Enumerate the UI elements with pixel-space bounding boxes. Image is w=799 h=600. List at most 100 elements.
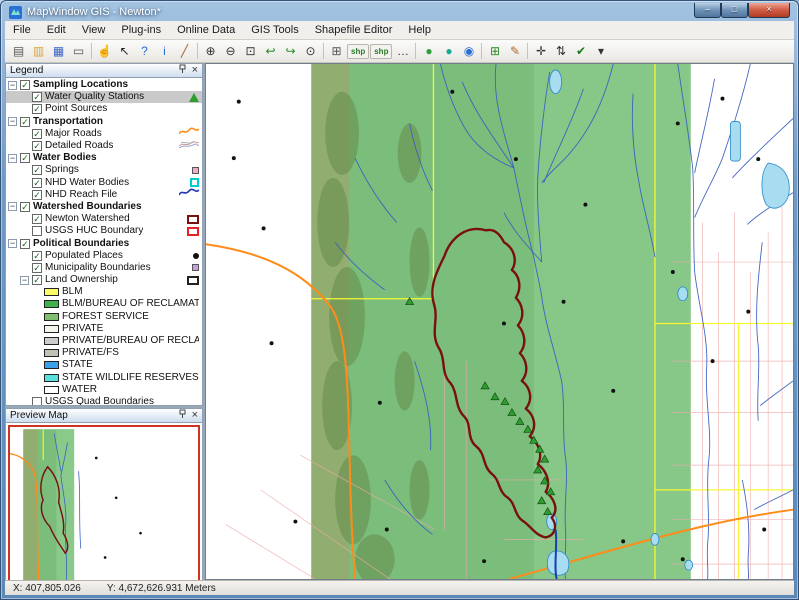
toolbar-zoom-to-selection-button[interactable]: ⊙ xyxy=(301,42,320,61)
toolbar-online-basemap-globe-button[interactable]: ◉ xyxy=(459,42,478,61)
menu-view[interactable]: View xyxy=(74,22,114,38)
close-button[interactable]: × xyxy=(748,3,790,18)
toolbar-draw-tool-button[interactable]: ✎ xyxy=(505,42,524,61)
legend-row-usgs-huc-boundary[interactable]: USGS HUC Boundary xyxy=(6,225,202,237)
pin-icon[interactable] xyxy=(178,64,187,77)
toolbar-zoom-in-button[interactable]: ⊕ xyxy=(201,42,220,61)
legend-row-water[interactable]: WATER xyxy=(6,384,202,396)
legend-row-blm-bureau-of-reclamation[interactable]: BLM/BUREAU OF RECLAMATION xyxy=(6,298,202,310)
tree-expander-icon[interactable]: − xyxy=(8,117,17,127)
legend-row-municipality-boundaries[interactable]: ✓ Municipality Boundaries xyxy=(6,262,202,274)
preview-map-body[interactable] xyxy=(5,423,203,588)
toolbar-shapefile-tool-button[interactable]: shp xyxy=(347,43,370,59)
toolbar-symbology-teal-button[interactable]: ● xyxy=(439,42,458,61)
legend-row-private-bureau-of-reclamati[interactable]: PRIVATE/BUREAU OF RECLAMATI xyxy=(6,335,202,347)
pin-icon[interactable] xyxy=(178,409,187,422)
menu-online-data[interactable]: Online Data xyxy=(169,22,243,38)
legend-row-political-boundaries[interactable]: − ✓ Political Boundaries xyxy=(6,237,202,249)
toolbar-new-project-button[interactable]: ▤ xyxy=(9,42,28,61)
toolbar-attribute-table-button[interactable]: ⊞ xyxy=(327,42,346,61)
tree-expander-icon[interactable]: − xyxy=(8,153,17,163)
legend-close-icon[interactable]: × xyxy=(192,65,198,76)
app-icon xyxy=(9,5,22,19)
toolbar-toolbar-dropdown-button[interactable]: ▾ xyxy=(591,42,610,61)
legend-row-newton-watershed[interactable]: ✓ Newton Watershed xyxy=(6,213,202,225)
layer-checkbox[interactable] xyxy=(32,396,42,405)
toolbar-whats-this-help-button[interactable]: ? xyxy=(135,42,154,61)
legend-row-major-roads[interactable]: ✓ Major Roads xyxy=(6,128,202,140)
menu-help[interactable]: Help xyxy=(400,22,439,38)
legend-row-state[interactable]: STATE xyxy=(6,359,202,371)
menu-edit[interactable]: Edit xyxy=(39,22,74,38)
tree-expander-icon[interactable]: − xyxy=(20,275,29,285)
layer-checkbox[interactable]: ✓ xyxy=(32,189,42,200)
legend-row-land-ownership[interactable]: − ✓ Land Ownership xyxy=(6,274,202,286)
layer-checkbox[interactable]: ✓ xyxy=(32,275,42,286)
toolbar-more-options-button[interactable]: … xyxy=(393,42,412,61)
layer-checkbox[interactable]: ✓ xyxy=(32,214,42,225)
toolbar-save-project-button[interactable]: ▦ xyxy=(49,42,68,61)
layer-checkbox[interactable]: ✓ xyxy=(32,177,42,188)
legend-row-private[interactable]: PRIVATE xyxy=(6,323,202,335)
maximize-button[interactable]: □ xyxy=(721,3,748,18)
toolbar-move-tool-button[interactable]: ✛ xyxy=(531,42,550,61)
layer-checkbox[interactable]: ✓ xyxy=(32,128,42,139)
layer-symbol-square xyxy=(192,166,199,174)
legend-row-watershed-boundaries[interactable]: − ✓ Watershed Boundaries xyxy=(6,201,202,213)
toolbar-open-project-button[interactable]: ▥ xyxy=(29,42,48,61)
layer-checkbox[interactable]: ✓ xyxy=(32,92,42,103)
toolbar-pan-tool-button[interactable]: ☝ xyxy=(95,42,114,61)
toolbar-print-button[interactable]: ▭ xyxy=(69,42,88,61)
legend-row-water-bodies[interactable]: − ✓ Water Bodies xyxy=(6,152,202,164)
toolbar-zoom-out-button[interactable]: ⊖ xyxy=(221,42,240,61)
legend-row-forest-service[interactable]: FOREST SERVICE xyxy=(6,311,202,323)
legend-row-populated-places[interactable]: ✓ Populated Places xyxy=(6,250,202,262)
toolbar-measure-tool-button[interactable]: ╱ xyxy=(175,42,194,61)
menu-shapefile-editor[interactable]: Shapefile Editor xyxy=(307,22,401,38)
menu-plug-ins[interactable]: Plug-ins xyxy=(113,22,169,38)
preview-close-icon[interactable]: × xyxy=(192,410,198,421)
minimize-button[interactable]: – xyxy=(694,3,721,18)
layer-checkbox[interactable]: ✓ xyxy=(20,201,30,212)
tree-expander-icon[interactable]: − xyxy=(8,239,17,249)
legend-row-private-fs[interactable]: PRIVATE/FS xyxy=(6,347,202,359)
toolbar-symbology-green-button[interactable]: ● xyxy=(419,42,438,61)
menu-gis-tools[interactable]: GIS Tools xyxy=(243,22,307,38)
layer-checkbox[interactable]: ✓ xyxy=(20,80,30,91)
toolbar-zoom-previous-button[interactable]: ↩ xyxy=(261,42,280,61)
toolbar-identifier-tool-button[interactable]: i xyxy=(155,42,174,61)
legend-row-sampling-locations[interactable]: − ✓ Sampling Locations xyxy=(6,79,202,91)
toolbar-add-grid-button[interactable]: ⊞ xyxy=(485,42,504,61)
legend-row-blm[interactable]: BLM xyxy=(6,286,202,298)
legend-row-nhd-water-bodies[interactable]: ✓ NHD Water Bodies xyxy=(6,177,202,189)
toolbar-reorder-layers-button[interactable]: ⇅ xyxy=(551,42,570,61)
layer-checkbox[interactable]: ✓ xyxy=(20,116,30,127)
toolbar-zoom-next-button[interactable]: ↪ xyxy=(281,42,300,61)
legend-row-transportation[interactable]: − ✓ Transportation xyxy=(6,116,202,128)
toolbar-select-tool-button[interactable]: ↖ xyxy=(115,42,134,61)
layer-checkbox[interactable]: ✓ xyxy=(20,238,30,249)
toolbar-shapefile-grid-tool-button[interactable]: shp xyxy=(370,43,393,59)
legend-row-springs[interactable]: ✓ Springs xyxy=(6,164,202,176)
layer-checkbox[interactable]: ✓ xyxy=(20,153,30,164)
legend-row-usgs-quad-boundaries[interactable]: USGS Quad Boundaries xyxy=(6,396,202,405)
legend-row-nhd-reach-file[interactable]: ✓ NHD Reach File xyxy=(6,189,202,201)
toolbar-zoom-to-extent-button[interactable]: ⊡ xyxy=(241,42,260,61)
layer-checkbox[interactable] xyxy=(32,226,42,237)
tree-expander-icon[interactable]: − xyxy=(8,80,17,90)
layer-checkbox[interactable]: ✓ xyxy=(32,141,42,152)
toolbar-apply-check-button[interactable]: ✔ xyxy=(571,42,590,61)
legend-row-detailed-roads[interactable]: ✓ Detailed Roads xyxy=(6,140,202,152)
legend-row-water-quality-stations[interactable]: ✓ Water Quality Stations xyxy=(6,91,202,104)
menu-file[interactable]: File xyxy=(5,22,39,38)
legend-row-point-sources[interactable]: ✓ Point Sources xyxy=(6,103,202,115)
layer-checkbox[interactable]: ✓ xyxy=(32,104,42,115)
layer-label: FOREST SERVICE xyxy=(62,310,149,322)
layer-checkbox[interactable]: ✓ xyxy=(32,250,42,261)
titlebar[interactable]: MapWindow GIS - Newton* – □ × xyxy=(1,1,798,21)
tree-expander-icon[interactable]: − xyxy=(8,202,17,212)
layer-checkbox[interactable]: ✓ xyxy=(32,165,42,176)
legend-row-state-wildlife-reserves[interactable]: STATE WILDLIFE RESERVES xyxy=(6,372,202,384)
map-view[interactable] xyxy=(205,63,794,580)
layer-checkbox[interactable]: ✓ xyxy=(32,262,42,273)
